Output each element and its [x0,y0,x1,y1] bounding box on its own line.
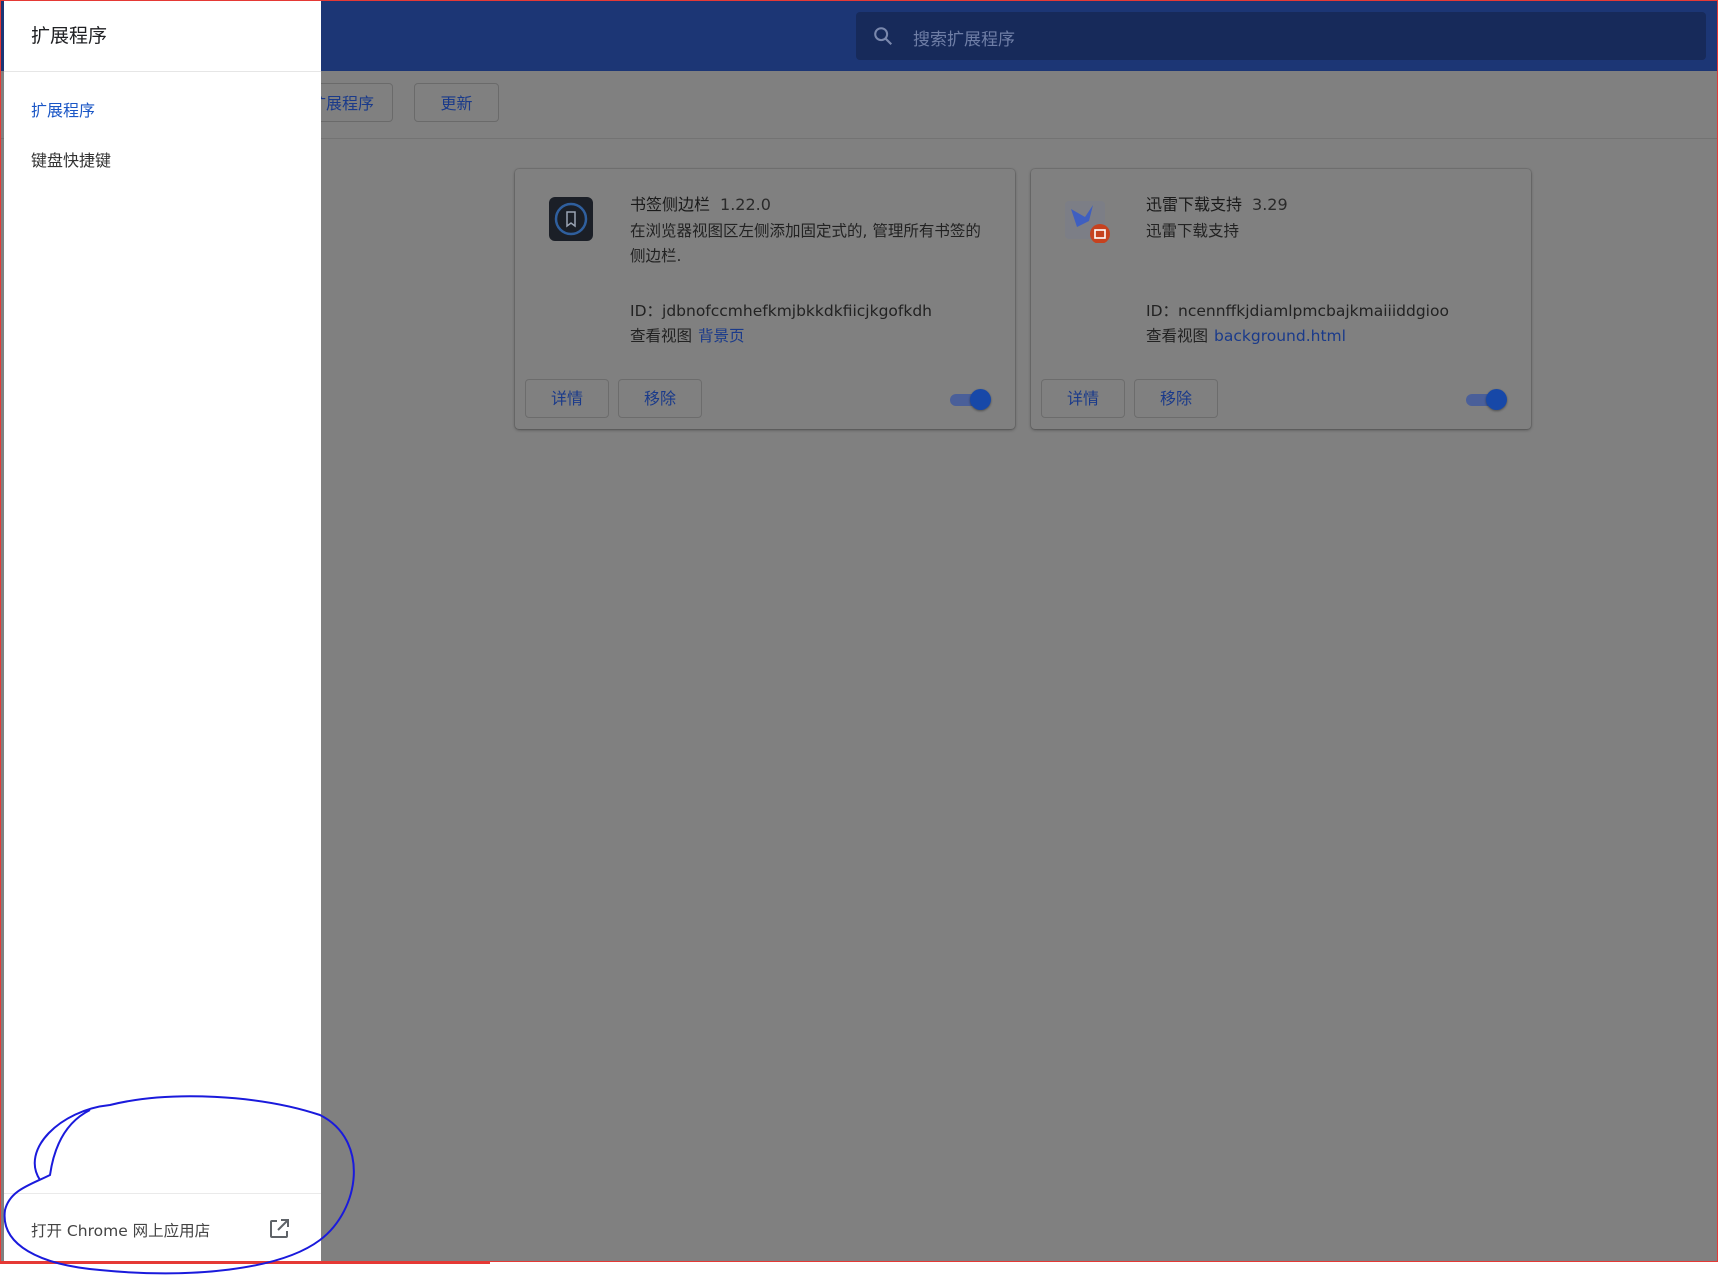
extension-title: 书签侧边栏 [630,195,711,214]
extension-id: ID：jdbnofccmhefkmjbkkdkfiicjkgofkdh [630,302,932,320]
details-button[interactable]: 详情 [525,379,609,418]
sidebar-item-keyboard-shortcuts[interactable]: 键盘快捷键 [31,147,111,171]
extension-description: 迅雷下载支持 [1146,222,1240,240]
extension-card: 迅雷下载支持 3.29 迅雷下载支持 ID：ncennffkjdiamlpmcba… [1031,169,1531,429]
extension-card: 书签侧边栏 1.22.0 在浏览器视图区左侧添加固定式的, 管理所有书签的侧边栏.… [515,169,1015,429]
remove-button[interactable]: 移除 [618,379,702,418]
search-box[interactable]: 搜索扩展程序 [856,12,1706,60]
search-input[interactable]: 搜索扩展程序 [913,25,1015,50]
inspect-views: 查看视图 background.html [1146,324,1346,346]
extension-title: 迅雷下载支持 [1146,195,1243,214]
extension-name: 迅雷下载支持 3.29 [1146,191,1288,215]
sidebar-footer-divider [4,1193,321,1194]
sidebar-title: 扩展程序 [31,25,108,47]
remove-button[interactable]: 移除 [1134,379,1218,418]
extension-name: 书签侧边栏 1.22.0 [630,191,771,215]
enable-toggle[interactable] [1466,389,1507,410]
enable-toggle[interactable] [950,389,991,410]
open-in-new-icon[interactable] [267,1217,291,1241]
open-web-store-link[interactable]: 打开 Chrome 网上应用店 [31,1219,210,1241]
bookmark-sidebar-icon [549,197,593,241]
sidebar-item-extensions[interactable]: 扩展程序 [31,97,95,121]
extensions-page: 搜索扩展程序 扩展程序 更新 书签侧边栏 1.22.0 在浏览器视图区左侧添加固定… [0,0,1718,1262]
inspect-views-label: 查看视图 [630,327,693,345]
frame-bottom-line [0,1262,490,1264]
sidebar-drawer: 扩展程序 扩展程序 键盘快捷键 打开 Chrome 网上应用店 [4,1,321,1261]
search-icon [874,27,893,46]
thunder-bird-icon [1065,201,1110,243]
extension-id: ID：ncennffkjdiamlpmcbajkmaiiiddgioo [1146,302,1449,320]
background-page-link[interactable]: 背景页 [698,327,745,345]
extension-version: 1.22.0 [720,195,771,214]
details-button[interactable]: 详情 [1041,379,1125,418]
toggle-knob [970,389,991,410]
extension-description: 在浏览器视图区左侧添加固定式的, 管理所有书签的侧边栏. [630,222,981,265]
inspect-views-label: 查看视图 [1146,327,1209,345]
extension-version: 3.29 [1252,195,1288,214]
background-page-link[interactable]: background.html [1214,327,1346,345]
inspect-views: 查看视图 背景页 [630,324,745,346]
update-button[interactable]: 更新 [414,83,499,122]
sidebar-divider [4,71,321,72]
toggle-knob [1486,389,1507,410]
